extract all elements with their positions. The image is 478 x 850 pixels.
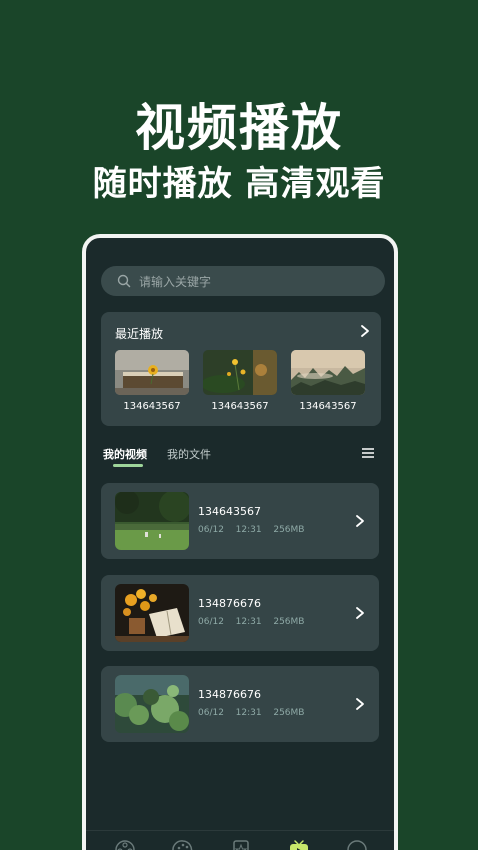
promo-title: 视频播放 (135, 99, 343, 157)
video-thumbnail-flowers-book (115, 584, 189, 642)
app-screen: 请输入关键字 最近播放 134643567 134643567 13464356… (86, 238, 394, 850)
tv-play-icon[interactable] (288, 839, 310, 850)
video-list-item[interactable]: 134643567 06/12 12:31 256MB (101, 483, 379, 559)
palette-icon[interactable] (172, 839, 194, 850)
video-name: 134876676 (198, 597, 261, 610)
promo-subtitle: 随时播放 高清观看 (92, 164, 386, 204)
video-meta: 06/12 12:31 256MB (198, 525, 304, 535)
video-meta: 06/12 12:31 256MB (198, 708, 304, 718)
tab-my-videos[interactable]: 我的视频 (103, 446, 147, 462)
video-size: 256MB (273, 708, 305, 718)
recent-item[interactable]: 134643567 (291, 350, 365, 412)
recent-item-label: 134643567 (211, 401, 269, 412)
video-size: 256MB (273, 525, 305, 535)
video-date: 06/12 (198, 525, 224, 535)
video-time: 12:31 (235, 708, 262, 718)
chevron-right-icon[interactable] (359, 324, 371, 338)
video-size: 256MB (273, 617, 305, 627)
recent-thumbnail-misty-forest (291, 350, 365, 395)
video-thumbnail-park (115, 492, 189, 550)
video-name: 134643567 (198, 505, 261, 518)
tab-my-files[interactable]: 我的文件 (167, 446, 211, 462)
video-list-item[interactable]: 134876676 06/12 12:31 256MB (101, 666, 379, 742)
recent-thumbnail-yellow-flowers (203, 350, 277, 395)
recent-item-label: 134643567 (123, 401, 181, 412)
recent-item[interactable]: 134643567 (115, 350, 189, 412)
list-menu-icon[interactable] (362, 448, 374, 458)
recent-item-label: 134643567 (299, 401, 357, 412)
search-bar[interactable]: 请输入关键字 (101, 266, 385, 296)
search-placeholder: 请输入关键字 (139, 274, 212, 289)
video-time: 12:31 (235, 617, 262, 627)
video-time: 12:31 (235, 525, 262, 535)
phone-frame: 请输入关键字 最近播放 134643567 134643567 13464356… (82, 234, 398, 850)
active-tab-indicator (113, 464, 143, 467)
search-icon (117, 274, 131, 288)
recent-thumbnail-book-flower (115, 350, 189, 395)
video-name: 134876676 (198, 688, 261, 701)
chevron-right-icon (356, 607, 364, 619)
video-date: 06/12 (198, 708, 224, 718)
video-date: 06/12 (198, 617, 224, 627)
star-card-icon[interactable] (230, 839, 252, 850)
video-meta: 06/12 12:31 256MB (198, 617, 304, 627)
video-thumbnail-green-leaves (115, 675, 189, 733)
film-reel-icon[interactable] (114, 839, 136, 850)
recent-playback-title: 最近播放 (115, 327, 164, 341)
chevron-right-icon (356, 698, 364, 710)
recent-playback-card: 最近播放 134643567 134643567 134643567 (101, 312, 381, 426)
smiley-icon[interactable] (346, 839, 368, 850)
video-list-item[interactable]: 134876676 06/12 12:31 256MB (101, 575, 379, 651)
recent-item[interactable]: 134643567 (203, 350, 277, 412)
chevron-right-icon (356, 515, 364, 527)
bottom-navigation (86, 830, 394, 850)
